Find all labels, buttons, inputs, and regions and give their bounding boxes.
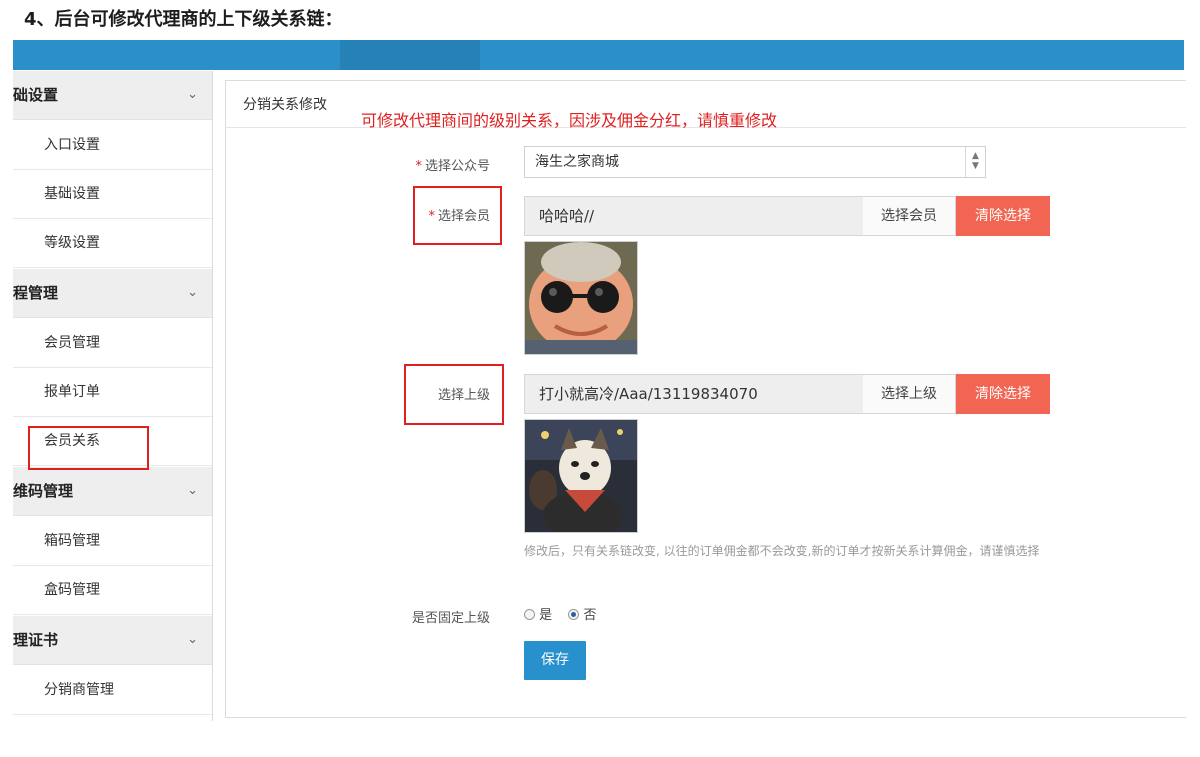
account-label: * 选择公众号 [340, 155, 490, 174]
sidebar-group-qrcode-management[interactable]: 维码管理 ⌄ [13, 467, 212, 516]
clear-superior-button[interactable]: 清除选择 [956, 374, 1050, 414]
radio-yes-label: 是 [539, 608, 553, 623]
fixed-superior-radio-group: 是 否 [524, 604, 608, 623]
sidebar-item-label: 箱码管理 [44, 533, 100, 549]
superior-avatar-image [525, 420, 637, 532]
sidebar-item-label: 会员管理 [44, 335, 100, 351]
main-panel: 分销关系修改 可修改代理商间的级别关系，因涉及佣金分红，请慎重修改 * 选择公众号… [225, 80, 1186, 718]
top-nav-active-tab[interactable] [340, 40, 480, 70]
account-select[interactable]: 海生之家商城 ▲ ▼ [524, 146, 986, 178]
member-input-value: 哈哈哈// [539, 207, 595, 225]
chevron-down-icon: ⌄ [187, 285, 198, 300]
required-mark: * [415, 159, 422, 174]
highlight-box-member-relations [28, 426, 149, 470]
sidebar-group-label: 理证书 [13, 631, 59, 649]
select-arrows-icon: ▲ ▼ [965, 147, 985, 177]
select-member-button[interactable]: 选择会员 [863, 196, 956, 236]
highlight-box-superior-label [404, 364, 504, 425]
radio-no[interactable] [568, 609, 580, 620]
sidebar-item-member-management[interactable]: 会员管理 [13, 319, 212, 368]
account-label-text: 选择公众号 [424, 159, 490, 174]
highlight-box-member-label [413, 186, 502, 245]
sidebar-group-label: 维码管理 [13, 482, 74, 500]
save-button[interactable]: 保存 [524, 641, 586, 680]
sidebar-group-label: 程管理 [13, 284, 59, 302]
sidebar-item-distributor-management[interactable]: 分销商管理 [13, 666, 212, 715]
help-text: 修改后，只有关系链改变, 以往的订单佣金都不会改变,新的订单才按新关系计算佣金，… [524, 544, 1040, 558]
sidebar-group-process-management[interactable]: 程管理 ⌄ [13, 269, 212, 318]
account-select-value: 海生之家商城 [535, 154, 619, 170]
radio-option-yes[interactable]: 是 [524, 604, 552, 623]
sidebar-item-basic-settings[interactable]: 基础设置 [13, 170, 212, 219]
member-avatar [524, 241, 638, 355]
chevron-down-icon: ⌄ [187, 632, 198, 647]
clear-member-button[interactable]: 清除选择 [956, 196, 1050, 236]
sidebar: 础设置 ⌄ 入口设置 基础设置 等级设置 程管理 ⌄ 会员管理 报单订单 会员关… [13, 71, 213, 721]
sidebar-item-entry-settings[interactable]: 入口设置 [13, 121, 212, 170]
fixed-superior-label: 是否固定上级 [411, 611, 490, 626]
top-navigation-bar [13, 40, 1184, 70]
sidebar-group-agent-certificate[interactable]: 理证书 ⌄ [13, 616, 212, 665]
sidebar-item-box-code[interactable]: 箱码管理 [13, 517, 212, 566]
sidebar-item-label: 等级设置 [44, 235, 100, 251]
sidebar-group-label: 础设置 [13, 86, 59, 104]
radio-yes[interactable] [524, 609, 535, 620]
sidebar-item-case-code[interactable]: 盒码管理 [13, 566, 212, 615]
chevron-down-icon: ⌄ [187, 87, 198, 102]
select-superior-button[interactable]: 选择上级 [863, 374, 956, 414]
member-avatar-image [525, 242, 637, 354]
superior-avatar [524, 419, 638, 533]
radio-option-no[interactable]: 否 [568, 604, 596, 623]
sidebar-item-label: 基础设置 [44, 186, 100, 202]
sidebar-item-order-report[interactable]: 报单订单 [13, 368, 212, 417]
radio-no-label: 否 [583, 608, 597, 623]
sidebar-item-level-settings[interactable]: 等级设置 [13, 219, 212, 268]
member-input[interactable]: 哈哈哈// [524, 196, 864, 236]
chevron-down-icon: ⌄ [187, 483, 198, 498]
sidebar-item-label: 入口设置 [44, 137, 100, 153]
sidebar-item-label: 盒码管理 [44, 582, 100, 598]
document-heading: 4、后台可修改代理商的上下级关系链： [24, 9, 343, 30]
panel-warning-note: 可修改代理商间的级别关系，因涉及佣金分红，请慎重修改 [361, 111, 778, 130]
sidebar-item-label: 报单订单 [44, 384, 100, 400]
sidebar-group-basic-settings[interactable]: 础设置 ⌄ [13, 71, 212, 120]
panel-title: 分销关系修改 [243, 97, 327, 113]
sidebar-item-label: 分销商管理 [44, 682, 114, 698]
superior-input-value: 打小就高冷/Aaa/13119834070 [539, 385, 758, 403]
panel-header: 分销关系修改 可修改代理商间的级别关系，因涉及佣金分红，请慎重修改 [226, 81, 1186, 130]
superior-input[interactable]: 打小就高冷/Aaa/13119834070 [524, 374, 864, 414]
